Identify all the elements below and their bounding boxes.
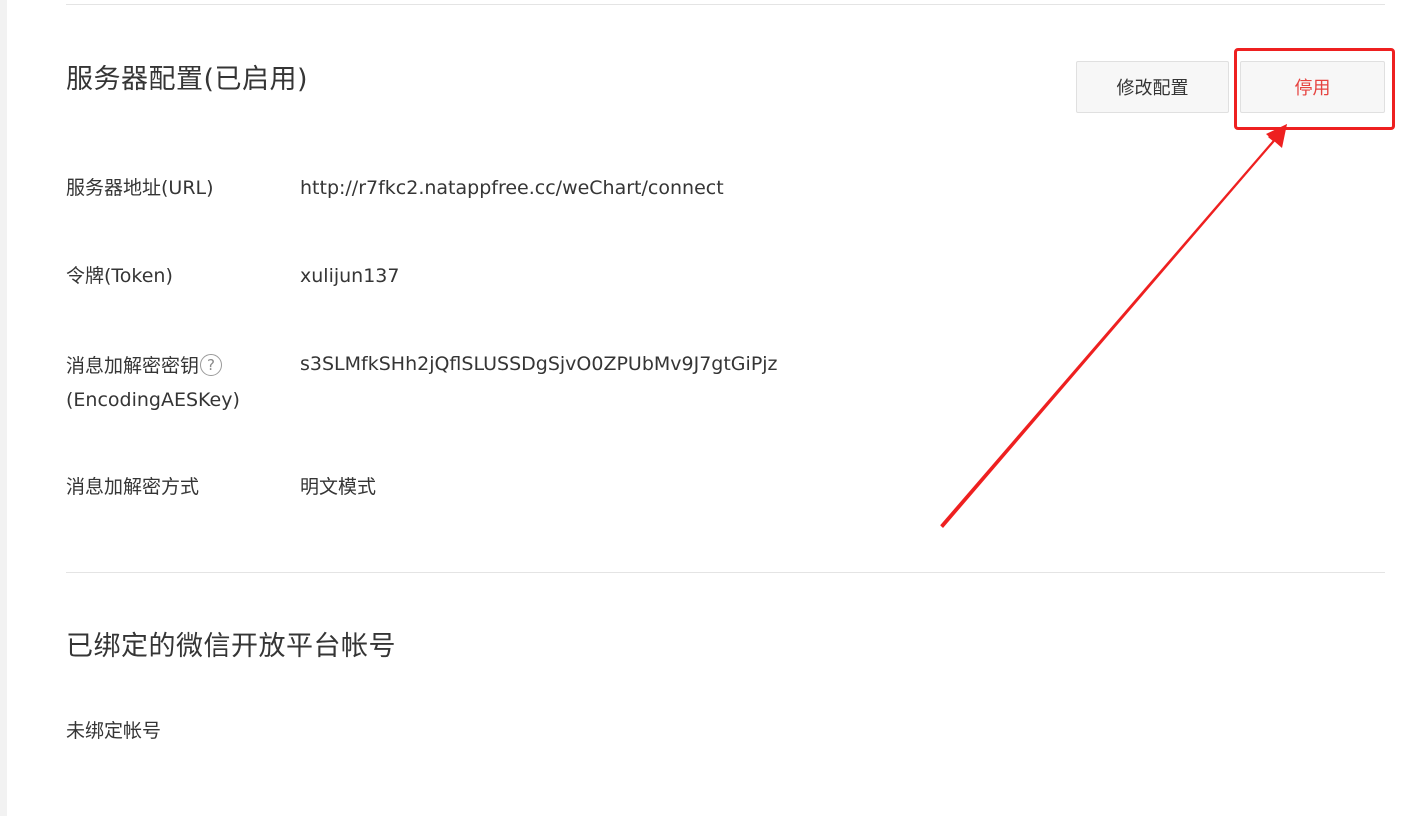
open-platform-title: 已绑定的微信开放平台帐号 [66,631,396,662]
aes-key-label-line2: (EncodingAESKey) [66,389,240,411]
server-config-title: 服务器配置(已启用) [66,64,309,95]
encryption-mode-label: 消息加解密方式 [66,476,200,498]
edit-config-button[interactable]: 修改配置 [1076,61,1229,113]
left-rail [0,0,7,816]
url-value: http://r7fkc2.natappfree.cc/weChart/conn… [300,177,724,199]
token-label: 令牌(Token) [66,265,173,287]
aes-key-value: s3SLMfkSHh2jQflSLUSSDgSjvO0ZPUbMv9J7gtGi… [300,353,778,375]
aes-key-label-line1: 消息加解密密钥 [66,355,200,377]
help-icon[interactable]: ? [200,353,223,376]
token-value: xulijun137 [300,265,400,287]
section-divider [66,572,1385,573]
url-label: 服务器地址(URL) [66,177,214,199]
aes-key-label: 消息加解密密钥? (EncodingAESKey) [66,349,240,417]
encryption-mode-value: 明文模式 [300,476,377,498]
wechat-server-config-page: 服务器配置(已启用) 修改配置 停用 服务器地址(URL) http://r7f… [0,0,1423,816]
disable-button[interactable]: 停用 [1240,61,1385,113]
top-divider [66,4,1385,5]
unbound-account-text: 未绑定帐号 [66,720,162,742]
